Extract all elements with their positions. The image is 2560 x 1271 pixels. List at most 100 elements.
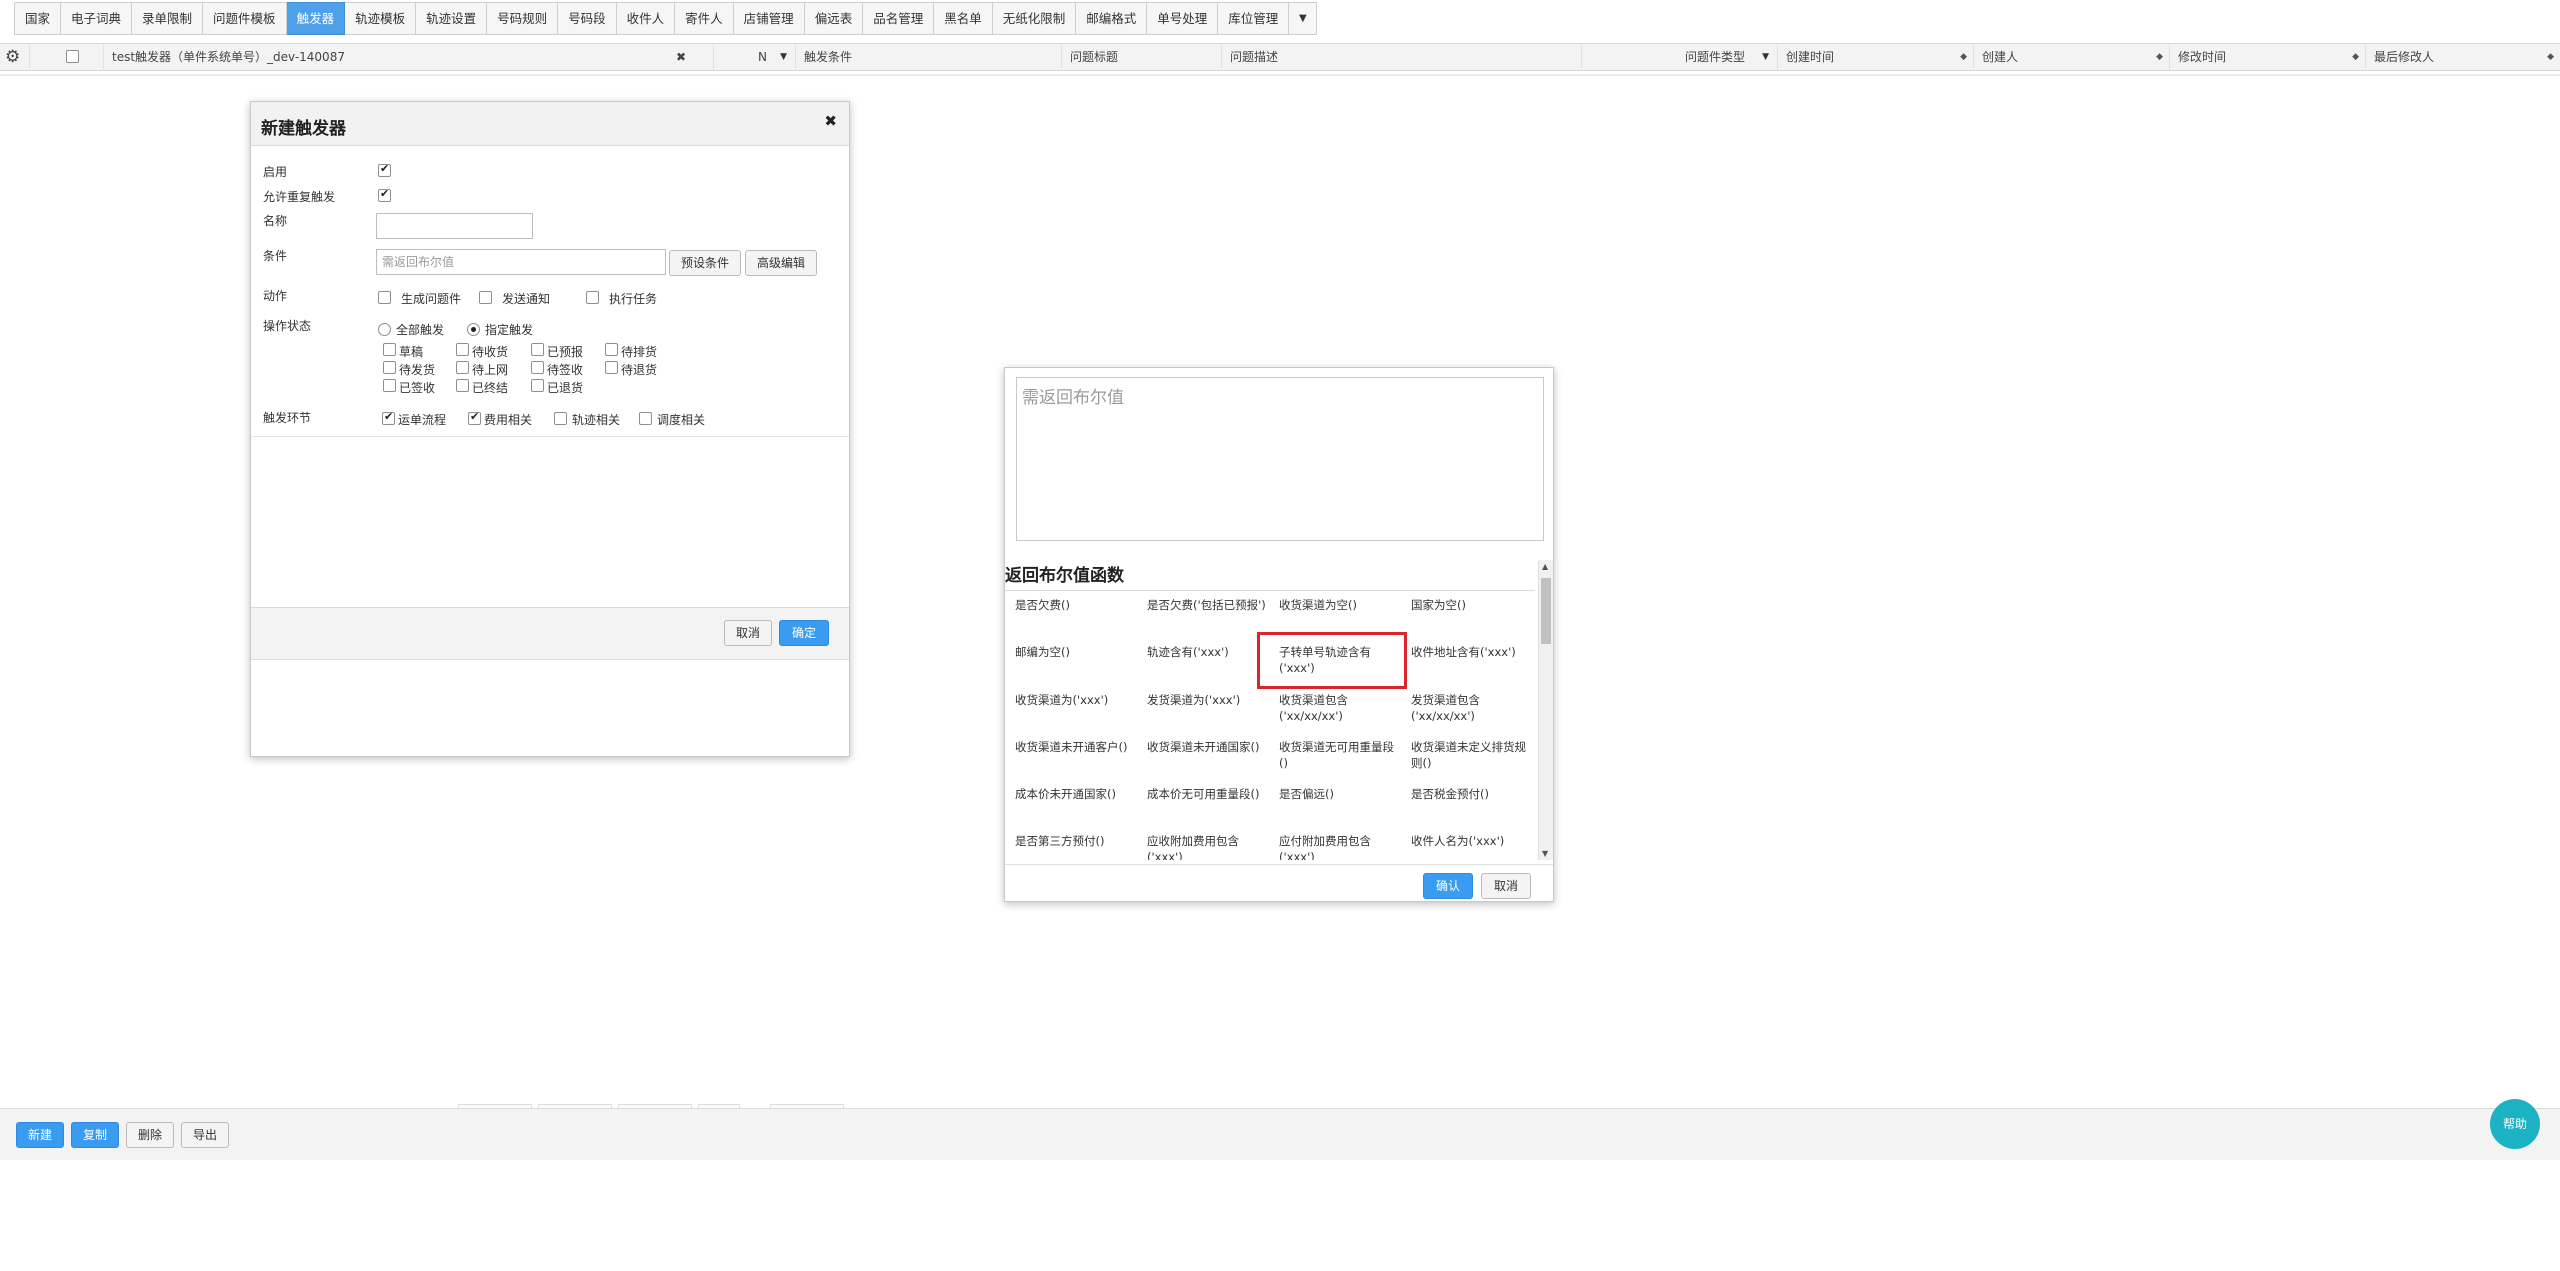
copy-button[interactable]: 复制 (71, 1122, 119, 1148)
function-item[interactable]: 收货渠道未开通国家() (1147, 739, 1267, 755)
function-item[interactable]: 应收附加费用包含('xxx') (1147, 833, 1267, 860)
state-checkbox[interactable] (456, 379, 469, 392)
function-item[interactable]: 轨迹含有('xxx') (1147, 644, 1267, 660)
column-creator[interactable]: 创建人 ◆ (1974, 44, 2170, 71)
stage-checkbox-waybill[interactable] (382, 410, 395, 425)
close-icon[interactable]: ✖ (824, 112, 837, 130)
state-checkbox[interactable] (383, 379, 396, 392)
enable-checkbox[interactable] (378, 162, 391, 177)
function-item[interactable]: 收货渠道包含('xx/xx/xx') (1279, 692, 1399, 724)
stage-checkbox-track[interactable] (554, 412, 567, 425)
state-checkbox[interactable] (456, 361, 469, 374)
tab-item[interactable]: 店铺管理 (733, 2, 805, 35)
function-item[interactable]: 收货渠道未开通客户() (1015, 739, 1135, 755)
stage-checkbox-fee[interactable] (468, 410, 481, 425)
tab-item[interactable]: 品名管理 (863, 2, 935, 35)
column-last-modifier[interactable]: 最后修改人 ◆ (2366, 44, 2560, 71)
function-item[interactable]: 发货渠道为('xxx') (1147, 692, 1267, 708)
ok-button[interactable]: 确定 (779, 620, 829, 646)
function-item[interactable]: 发货渠道包含('xx/xx/xx') (1411, 692, 1531, 724)
state-checkbox[interactable] (605, 361, 618, 374)
tab-item[interactable]: 问题件模板 (203, 2, 287, 35)
tab-item[interactable]: 电子词典 (61, 2, 133, 35)
stage-checkbox-dispatch[interactable] (639, 412, 652, 425)
condition-textarea[interactable] (1016, 377, 1544, 541)
function-item[interactable]: 收货渠道为('xxx') (1015, 692, 1135, 708)
export-button[interactable]: 导出 (181, 1122, 229, 1148)
action-checkbox-notify[interactable] (479, 291, 492, 304)
state-label: 待发货 (399, 363, 436, 377)
tab-item[interactable]: 触发器 (286, 2, 346, 35)
repeat-checkbox[interactable] (378, 187, 391, 202)
tab-item[interactable]: 国家 (14, 2, 62, 35)
column-condition[interactable]: 触发条件 (796, 44, 1062, 71)
function-item[interactable]: 邮编为空() (1015, 644, 1135, 660)
scroll-down-icon[interactable]: ▼ (1542, 849, 1548, 858)
tab-item[interactable]: 收件人 (616, 2, 676, 35)
tab-item[interactable]: 号码规则 (487, 2, 559, 35)
function-item[interactable]: 成本价无可用重量段() (1147, 786, 1267, 802)
delete-button[interactable]: 删除 (126, 1122, 174, 1148)
state-checkbox[interactable] (605, 343, 618, 356)
function-item[interactable]: 应付附加费用包含('xxx') (1279, 833, 1399, 860)
tab-item[interactable]: 轨迹设置 (416, 2, 488, 35)
state-label: 已退货 (547, 381, 584, 395)
column-modified-time[interactable]: 修改时间 ◆ (2170, 44, 2366, 71)
function-item[interactable]: 收货渠道为空() (1279, 597, 1399, 613)
state-checkbox[interactable] (456, 343, 469, 356)
action-checkbox-task[interactable] (586, 291, 599, 304)
name-input[interactable] (376, 213, 533, 239)
cancel-button[interactable]: 取消 (724, 620, 772, 646)
scroll-up-icon[interactable]: ▲ (1542, 562, 1548, 571)
state-checkbox[interactable] (383, 343, 396, 356)
tab-item[interactable]: 无纸化限制 (992, 2, 1077, 35)
tab-item[interactable]: 单号处理 (1147, 2, 1219, 35)
tab-item[interactable]: 号码段 (558, 2, 617, 35)
more-tabs-chevron-icon[interactable]: ▼ (1289, 2, 1318, 35)
state-label: 草稿 (399, 345, 424, 359)
advanced-edit-button[interactable]: 高级编辑 (745, 250, 817, 276)
clear-icon[interactable]: ✖ (676, 44, 686, 71)
tab-item[interactable]: 偏远表 (804, 2, 864, 35)
scrollbar-thumb[interactable] (1541, 578, 1551, 644)
tab-item[interactable]: 黑名单 (934, 2, 993, 35)
action-checkbox-issue[interactable] (378, 291, 391, 304)
n-column-filter[interactable]: N ▼ (714, 44, 796, 71)
tab-item[interactable]: 轨迹模板 (345, 2, 417, 35)
state-checkbox[interactable] (531, 343, 544, 356)
state-checkbox[interactable] (383, 361, 396, 374)
function-item[interactable]: 国家为空() (1411, 597, 1531, 613)
gear-icon[interactable]: ⚙ (0, 44, 30, 71)
condition-input[interactable]: 需返回布尔值 (376, 249, 666, 275)
column-title[interactable]: 问题标题 (1062, 44, 1222, 71)
function-item[interactable]: 是否偏远() (1279, 786, 1399, 802)
function-item[interactable]: 是否税金预付() (1411, 786, 1531, 802)
function-item[interactable]: 收货渠道未定义排货规则() (1411, 739, 1531, 771)
function-item[interactable]: 收件人名为('xxx') (1411, 833, 1531, 849)
select-all-checkbox[interactable] (66, 50, 79, 63)
all-trigger-radio[interactable] (378, 323, 391, 336)
function-item[interactable]: 成本价未开通国家() (1015, 786, 1135, 802)
function-item[interactable]: 收货渠道无可用重量段() (1279, 739, 1399, 771)
column-description[interactable]: 问题描述 (1222, 44, 1582, 71)
column-created-time[interactable]: 创建时间 ◆ (1778, 44, 1974, 71)
new-button[interactable]: 新建 (16, 1122, 64, 1148)
help-button[interactable]: 帮助 (2490, 1099, 2540, 1149)
state-checkbox[interactable] (531, 379, 544, 392)
scrollbar[interactable]: ▲ ▼ (1538, 560, 1553, 860)
state-checkbox[interactable] (531, 361, 544, 374)
trigger-name-header[interactable]: test触发器（单件系统单号）_dev-140087 ✖ (104, 44, 714, 71)
function-item[interactable]: 是否欠费() (1015, 597, 1135, 613)
cancel-button[interactable]: 取消 (1481, 873, 1531, 899)
specified-trigger-radio[interactable] (467, 323, 480, 336)
preset-condition-button[interactable]: 预设条件 (669, 250, 741, 276)
tab-item[interactable]: 录单限制 (132, 2, 204, 35)
column-type[interactable]: 问题件类型 ▼ (1582, 44, 1778, 71)
function-item[interactable]: 是否欠费('包括已预报') (1147, 597, 1267, 613)
confirm-button[interactable]: 确认 (1423, 873, 1473, 899)
tab-item[interactable]: 寄件人 (675, 2, 734, 35)
tab-item[interactable]: 库位管理 (1218, 2, 1290, 35)
function-item[interactable]: 收件地址含有('xxx') (1411, 644, 1531, 660)
function-item[interactable]: 是否第三方预付() (1015, 833, 1135, 849)
tab-item[interactable]: 邮编格式 (1076, 2, 1148, 35)
